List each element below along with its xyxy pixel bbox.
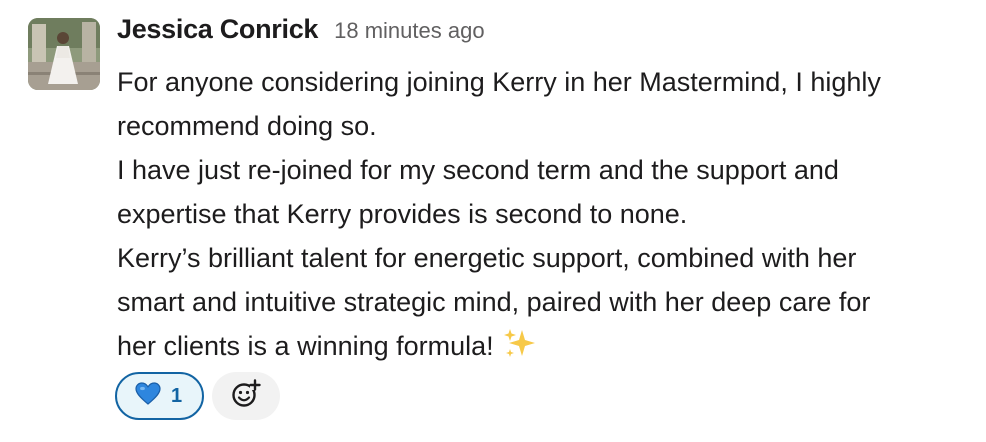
blue-heart-icon [135,381,161,411]
reaction-count: 1 [171,384,183,407]
avatar[interactable] [28,18,100,90]
message-body: For anyone considering joining Kerry in … [117,60,977,374]
message-header: Jessica Conrick 18 minutes ago [117,14,977,56]
add-reaction-button[interactable] [212,372,280,420]
message-text-line: recommend doing so. [117,111,377,141]
message-content: Jessica Conrick 18 minutes ago For anyon… [117,14,977,374]
message-text-line: For anyone considering joining Kerry in … [117,67,881,97]
avatar-photo [28,18,100,90]
reaction-blue-heart[interactable]: 1 [115,372,204,420]
reactions-bar: 1 [115,372,280,420]
author-name[interactable]: Jessica Conrick [117,14,318,45]
message-text-line-last: her clients is a winning formula! [117,324,977,374]
message-timestamp[interactable]: 18 minutes ago [334,18,484,44]
message-text-line: smart and intuitive strategic mind, pair… [117,287,871,317]
message-text-line: Kerry’s brilliant talent for energetic s… [117,243,857,273]
add-reaction-icon [231,378,261,414]
message: Jessica Conrick 18 minutes ago For anyon… [0,0,986,442]
message-text-line: I have just re-joined for my second term… [117,155,839,185]
sparkles-icon [502,327,536,374]
message-text: her clients is a winning formula! [117,331,494,361]
message-text-line: expertise that Kerry provides is second … [117,199,688,229]
